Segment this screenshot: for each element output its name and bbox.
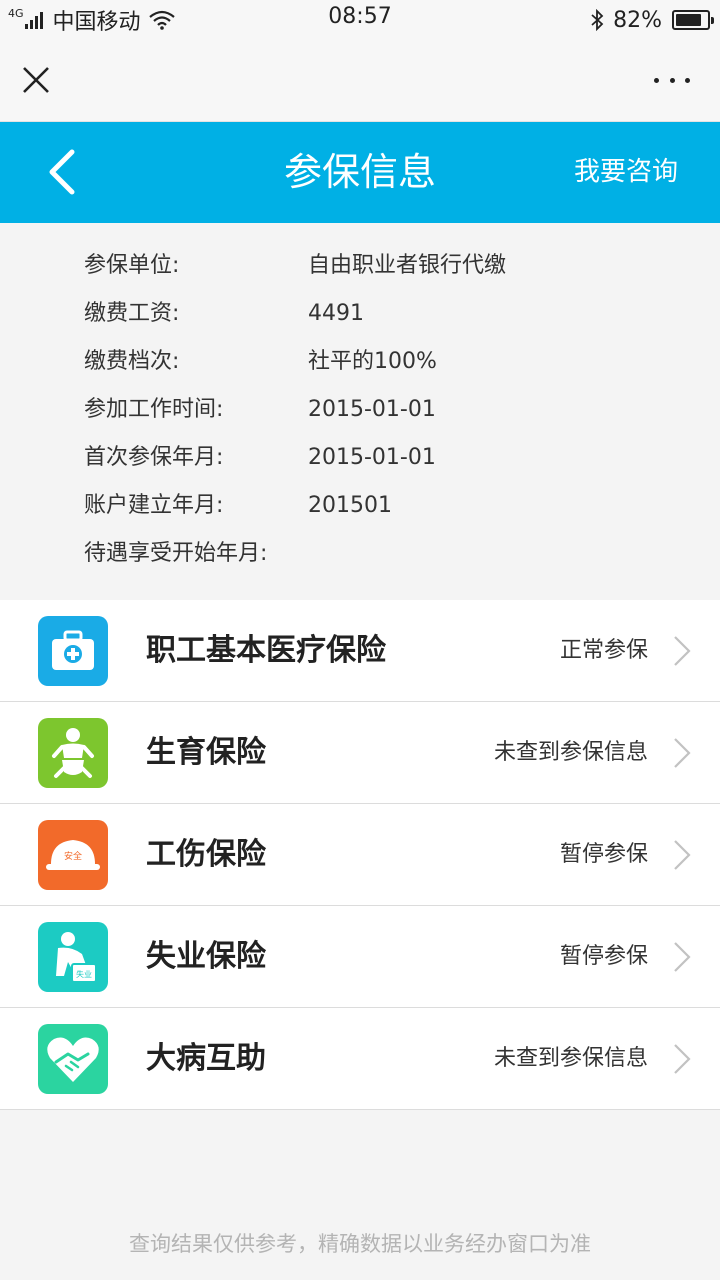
- info-value: 2015-01-01: [308, 445, 436, 470]
- helmet-label: 安全: [64, 850, 82, 862]
- safety-helmet-icon: 安全: [38, 820, 108, 890]
- insurance-name: 职工基本医疗保险: [146, 633, 386, 668]
- webview-bar: [0, 40, 720, 122]
- medical-kit-icon: [38, 616, 108, 686]
- chevron-right-icon: [674, 738, 691, 768]
- insurance-item-injury[interactable]: 安全 工伤保险 暂停参保: [0, 804, 720, 906]
- chevron-right-icon: [674, 636, 691, 666]
- insurance-status: 暂停参保: [559, 842, 648, 867]
- unemployed-person-icon: 失业: [38, 922, 108, 992]
- insurance-item-critical-illness[interactable]: 大病互助 未查到参保信息: [0, 1008, 720, 1110]
- insurance-name: 生育保险: [146, 735, 266, 770]
- baby-icon: [38, 718, 108, 788]
- info-value: 201501: [308, 493, 392, 518]
- insurance-list: 职工基本医疗保险 正常参保 生育保险 未查到参保信息 安全 工伤保险 暂停参保 …: [0, 600, 720, 1110]
- info-label: 参加工作时间:: [84, 397, 224, 422]
- consult-button[interactable]: 我要咨询: [574, 122, 678, 223]
- insurance-status: 正常参保: [559, 638, 648, 663]
- chevron-right-icon: [674, 840, 691, 870]
- insurance-item-maternity[interactable]: 生育保险 未查到参保信息: [0, 702, 720, 804]
- info-value: 2015-01-01: [308, 397, 436, 422]
- battery-percent: 82%: [613, 7, 662, 33]
- bluetooth-icon: [591, 9, 604, 31]
- info-label: 待遇享受开始年月:: [84, 541, 268, 566]
- info-label: 缴费档次:: [84, 349, 180, 374]
- insurance-status: 未查到参保信息: [493, 1046, 648, 1071]
- info-value: 4491: [308, 301, 364, 326]
- status-bar: 4G 中国移动 08:57 82%: [0, 0, 720, 40]
- more-icon[interactable]: [654, 70, 690, 90]
- insurance-name: 大病互助: [146, 1041, 266, 1076]
- page-header: 参保信息 我要咨询: [0, 122, 720, 223]
- info-label: 账户建立年月:: [84, 493, 224, 518]
- insurance-name: 工伤保险: [146, 837, 266, 872]
- battery-icon: [672, 10, 714, 30]
- insurance-name: 失业保险: [146, 939, 266, 974]
- insurance-status: 暂停参保: [559, 944, 648, 969]
- heart-handshake-icon: [38, 1024, 108, 1094]
- battery-level: [676, 14, 701, 26]
- insurance-item-unemployment[interactable]: 失业 失业保险 暂停参保: [0, 906, 720, 1008]
- box-label: 失业: [76, 969, 92, 979]
- info-value: 社平的100%: [308, 349, 437, 374]
- insurance-item-medical[interactable]: 职工基本医疗保险 正常参保: [0, 600, 720, 702]
- info-label: 首次参保年月:: [84, 445, 224, 470]
- info-value: 自由职业者银行代缴: [308, 253, 507, 278]
- insurance-info: 参保单位: 自由职业者银行代缴 缴费工资: 4491 缴费档次: 社平的100%…: [0, 223, 720, 600]
- disclaimer: 查询结果仅供参考，精确数据以业务经办窗口为准: [129, 1232, 591, 1256]
- info-label: 缴费工资:: [84, 301, 180, 326]
- insurance-status: 未查到参保信息: [493, 740, 648, 765]
- chevron-right-icon: [674, 942, 691, 972]
- chevron-right-icon: [674, 1044, 691, 1074]
- close-icon[interactable]: [18, 62, 54, 98]
- info-label: 参保单位:: [84, 253, 180, 278]
